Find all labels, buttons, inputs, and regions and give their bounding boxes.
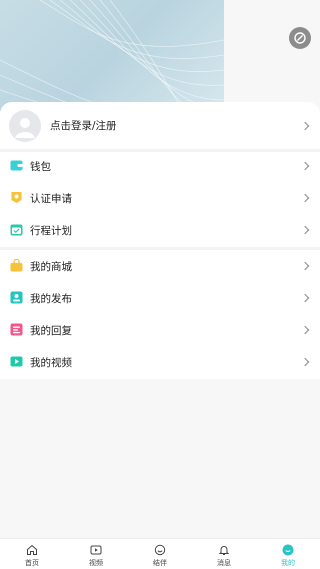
certificate-icon	[11, 192, 22, 203]
settings-button[interactable]	[289, 27, 311, 49]
chevron-right-icon	[300, 121, 310, 131]
chevron-right-icon	[300, 325, 310, 335]
avatar	[9, 110, 41, 142]
menu-item-my-replies[interactable]: 我的回复	[0, 314, 320, 346]
header-right-area	[224, 0, 320, 112]
tab-label: 视频	[89, 559, 103, 567]
tab-label: 消息	[217, 559, 231, 567]
profile-icon	[282, 544, 294, 556]
tab-label: 结伴	[153, 559, 167, 567]
home-icon	[27, 544, 37, 555]
publish-icon	[10, 291, 23, 304]
reply-icon	[10, 323, 23, 336]
chevron-right-icon	[300, 225, 310, 235]
menu-item-label: 钱包	[30, 161, 51, 173]
menu-item-my-posts[interactable]: 我的发布	[0, 282, 320, 314]
menu-item-my-shop[interactable]: 我的商城	[0, 250, 320, 282]
tab-label: 我的	[281, 559, 295, 567]
chevron-right-icon	[300, 161, 310, 171]
chevron-right-icon	[300, 261, 310, 271]
tab-messages[interactable]: 消息	[192, 539, 256, 569]
tab-video[interactable]: 视频	[64, 539, 128, 569]
smile-icon	[154, 544, 166, 556]
tab-label: 首页	[25, 559, 39, 567]
menu-item-label: 我的发布	[30, 293, 72, 305]
menu-item-label: 我的回复	[30, 325, 72, 337]
tab-home[interactable]: 首页	[0, 539, 64, 569]
tab-companion[interactable]: 结伴	[128, 539, 192, 569]
shopping-bag-icon	[10, 259, 23, 272]
bottom-tab-bar: 首页 视频 结伴 消息 我的	[0, 538, 320, 569]
calendar-icon	[10, 224, 23, 236]
profile-menu-card: 点击登录/注册 钱包 认证申请 行程计划 我的商城 我的发布 我的回复 我的视频	[0, 102, 320, 379]
menu-item-label: 认证申请	[30, 193, 72, 205]
menu-item-label: 行程计划	[30, 225, 72, 237]
chevron-right-icon	[300, 193, 310, 203]
menu-item-label: 我的视频	[30, 357, 72, 369]
video-play-icon	[90, 545, 102, 555]
tab-mine[interactable]: 我的	[256, 539, 320, 569]
menu-item-wallet[interactable]: 钱包	[0, 150, 320, 182]
menu-item-label: 我的商城	[30, 261, 72, 273]
wave-pattern	[0, 0, 224, 112]
default-avatar-icon	[15, 118, 35, 138]
chevron-right-icon	[300, 293, 310, 303]
video-icon	[10, 356, 23, 367]
bell-icon	[218, 546, 230, 555]
menu-item-itinerary[interactable]: 行程计划	[0, 214, 320, 246]
chevron-right-icon	[300, 357, 310, 367]
menu-item-certification[interactable]: 认证申请	[0, 182, 320, 214]
login-register-text: 点击登录/注册	[50, 120, 117, 132]
menu-item-my-videos[interactable]: 我的视频	[0, 346, 320, 378]
wallet-icon	[10, 160, 23, 171]
header-banner	[0, 0, 224, 112]
login-row[interactable]: 点击登录/注册	[0, 102, 320, 150]
gear-icon	[294, 32, 306, 44]
